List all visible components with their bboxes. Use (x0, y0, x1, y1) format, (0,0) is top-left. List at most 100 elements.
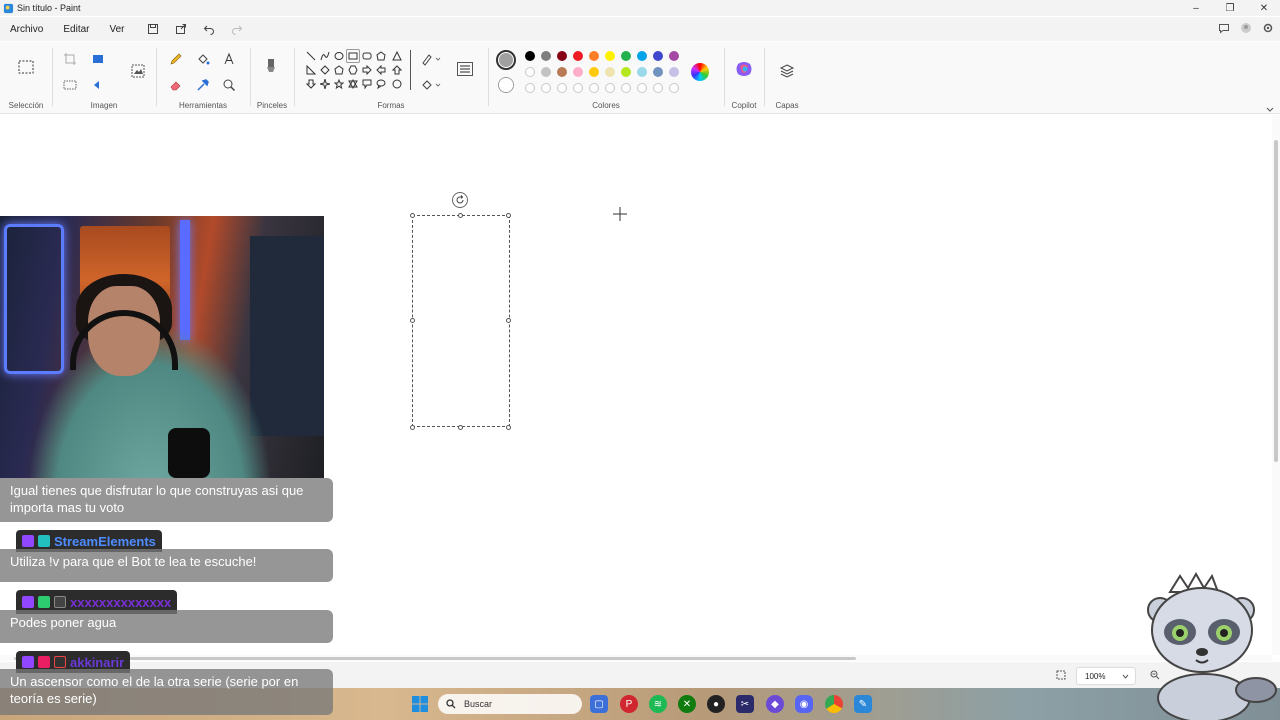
six-point-star-icon[interactable] (346, 77, 360, 91)
color-swatch[interactable] (589, 67, 599, 77)
layers-icon[interactable] (776, 60, 798, 82)
color-swatch[interactable] (557, 67, 567, 77)
resize-handle-s[interactable] (458, 425, 463, 430)
color-swatch[interactable] (621, 67, 631, 77)
account-avatar[interactable] (1240, 22, 1252, 37)
resize-icon[interactable] (88, 48, 110, 70)
vertical-scroll-thumb[interactable] (1274, 140, 1278, 462)
custom-color-slot[interactable] (525, 83, 535, 93)
hexagon-shape-icon[interactable] (346, 63, 360, 77)
color-swatch[interactable] (573, 67, 583, 77)
close-button[interactable]: ✕ (1258, 3, 1270, 14)
menu-editar[interactable]: Editar (53, 18, 99, 40)
resize-handle-sw[interactable] (410, 425, 415, 430)
custom-color-slot[interactable] (653, 83, 663, 93)
diamond-shape-icon[interactable] (318, 63, 332, 77)
rectangle-shape-icon[interactable] (346, 49, 360, 63)
curve-shape-icon[interactable] (318, 49, 332, 63)
custom-color-slot[interactable] (621, 83, 631, 93)
left-arrow-shape-icon[interactable] (374, 63, 388, 77)
fill-style-icon[interactable] (420, 74, 442, 96)
color-swatch[interactable] (669, 67, 679, 77)
minimize-button[interactable]: – (1190, 3, 1202, 14)
color-swatch[interactable] (541, 51, 551, 61)
oval-shape-icon[interactable] (332, 49, 346, 63)
settings-icon[interactable] (1262, 22, 1274, 37)
color-swatch[interactable] (653, 51, 663, 61)
color-swatch[interactable] (573, 51, 583, 61)
stroke-size-icon[interactable] (454, 58, 476, 80)
share-icon[interactable] (171, 19, 191, 39)
polygon-shape-icon[interactable] (374, 49, 388, 63)
resize-handle-ne[interactable] (506, 213, 511, 218)
copilot-icon[interactable] (733, 58, 755, 80)
menu-ver[interactable]: Ver (99, 18, 134, 40)
five-point-star-icon[interactable] (332, 77, 346, 91)
color-swatch[interactable] (637, 67, 647, 77)
color-swatch[interactable] (605, 67, 615, 77)
triangle-shape-icon[interactable] (390, 49, 404, 63)
down-arrow-shape-icon[interactable] (304, 77, 318, 91)
eraser-icon[interactable] (165, 74, 187, 96)
color-swatch[interactable] (605, 51, 615, 61)
callout-cloud-icon[interactable] (390, 77, 404, 91)
custom-color-slot[interactable] (589, 83, 599, 93)
custom-color-slot[interactable] (573, 83, 583, 93)
chrome-icon[interactable] (825, 695, 843, 713)
magnifier-icon[interactable] (218, 74, 240, 96)
selection-rectangle[interactable] (412, 215, 510, 427)
custom-color-slot[interactable] (637, 83, 647, 93)
up-arrow-shape-icon[interactable] (390, 63, 404, 77)
image-transform-icon[interactable] (127, 60, 149, 82)
edit-colors-icon[interactable] (691, 63, 709, 81)
custom-color-slot[interactable] (669, 83, 679, 93)
zoom-level-select[interactable]: 100% (1076, 667, 1136, 685)
color-swatch[interactable] (621, 51, 631, 61)
color-swatch[interactable] (669, 51, 679, 61)
rotate-icon[interactable] (88, 74, 110, 96)
pinterest-icon[interactable]: P (620, 695, 638, 713)
color-swatch[interactable] (525, 67, 535, 77)
callout-oval-icon[interactable] (374, 77, 388, 91)
obs-icon[interactable]: ● (707, 695, 725, 713)
rounded-rect-shape-icon[interactable] (360, 49, 374, 63)
outline-style-icon[interactable] (420, 48, 442, 70)
menu-archivo[interactable]: Archivo (0, 18, 53, 40)
primary-color-button[interactable] (496, 50, 516, 70)
select-all-icon[interactable] (59, 74, 81, 96)
color-swatch[interactable] (589, 51, 599, 61)
taskbar-search[interactable]: Buscar (438, 694, 582, 714)
custom-color-slot[interactable] (541, 83, 551, 93)
fill-bucket-icon[interactable] (192, 48, 214, 70)
secondary-color-button[interactable] (498, 77, 514, 93)
four-point-star-icon[interactable] (318, 77, 332, 91)
pentagon-shape-icon[interactable] (332, 63, 346, 77)
taskbar-app-icon[interactable]: ▢ (590, 695, 608, 713)
spotify-icon[interactable]: ≋ (649, 695, 667, 713)
color-swatch[interactable] (557, 51, 567, 61)
crop-icon[interactable] (59, 48, 81, 70)
line-shape-icon[interactable] (304, 49, 318, 63)
brush-icon[interactable] (260, 56, 282, 78)
right-triangle-shape-icon[interactable] (304, 63, 318, 77)
maximize-button[interactable]: ❐ (1224, 3, 1236, 14)
save-icon[interactable] (143, 19, 163, 39)
color-swatch[interactable] (653, 67, 663, 77)
custom-color-slot[interactable] (605, 83, 615, 93)
redo-icon[interactable] (227, 19, 247, 39)
feedback-icon[interactable] (1218, 22, 1230, 37)
color-swatch[interactable] (525, 51, 535, 61)
pencil-icon[interactable] (165, 48, 187, 70)
text-tool-icon[interactable] (218, 48, 240, 70)
paint-taskbar-icon[interactable]: ✎ (854, 695, 872, 713)
custom-color-slot[interactable] (557, 83, 567, 93)
resize-handle-e[interactable] (506, 318, 511, 323)
resize-handle-n[interactable] (458, 213, 463, 218)
color-picker-icon[interactable] (192, 74, 214, 96)
color-swatch[interactable] (637, 51, 647, 61)
app-icon-purple[interactable]: ◆ (766, 695, 784, 713)
xbox-icon[interactable]: ✕ (678, 695, 696, 713)
rotate-handle-icon[interactable] (452, 192, 468, 208)
rectangle-select-icon[interactable] (15, 56, 37, 78)
windows-start-icon[interactable] (411, 695, 429, 713)
